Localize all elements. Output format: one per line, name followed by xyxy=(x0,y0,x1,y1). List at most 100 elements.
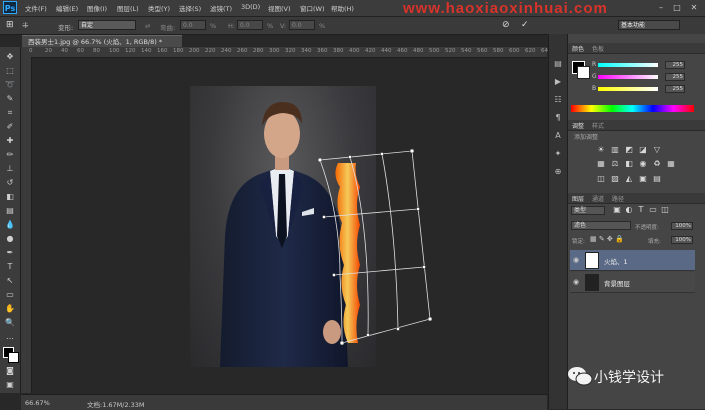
menu-file[interactable]: 文件(F) xyxy=(25,3,47,13)
healing-tool-icon[interactable]: ✚ xyxy=(4,135,16,147)
posterize-icon[interactable]: ▨ xyxy=(610,174,620,184)
properties-icon[interactable]: ☷ xyxy=(552,94,564,106)
channel-mixer-icon[interactable]: ♻ xyxy=(652,159,662,169)
layer-name-flame[interactable]: 火焰、1 xyxy=(604,256,628,266)
character-icon[interactable]: A xyxy=(552,130,564,142)
close-icon[interactable]: ✕ xyxy=(688,2,700,13)
color-spectrum-bar[interactable] xyxy=(571,105,694,112)
invert-icon[interactable]: ◫ xyxy=(596,174,606,184)
bend-input[interactable]: 0.0 xyxy=(180,20,206,30)
brush-tool-icon[interactable]: ✏ xyxy=(4,149,16,161)
quick-mask-icon[interactable]: ◙ xyxy=(4,365,16,377)
history-brush-tool-icon[interactable]: ↺ xyxy=(4,177,16,189)
menu-view[interactable]: 视图(V) xyxy=(268,3,291,13)
channel-b-value[interactable]: 255 xyxy=(665,85,685,93)
tab-styles[interactable]: 样式 xyxy=(592,121,604,130)
color-balance-icon[interactable]: ⚖ xyxy=(610,159,620,169)
channel-g-slider[interactable] xyxy=(598,75,658,79)
levels-icon[interactable]: ▥ xyxy=(610,145,620,155)
commit-transform-icon[interactable]: ✓ xyxy=(521,20,529,30)
zoom-tool-icon[interactable]: 🔍 xyxy=(4,317,16,329)
lasso-tool-icon[interactable]: ➰ xyxy=(4,79,16,91)
blur-tool-icon[interactable]: 💧 xyxy=(4,219,16,231)
hand-tool-icon[interactable]: ✋ xyxy=(4,303,16,315)
blend-mode-select[interactable]: 滤色 xyxy=(571,221,631,230)
tab-adjustments[interactable]: 调整 xyxy=(572,121,584,130)
menu-filter[interactable]: 滤镜(T) xyxy=(210,3,232,13)
selective-color-icon[interactable]: ▣ xyxy=(638,174,648,184)
minimize-icon[interactable]: – xyxy=(655,2,667,13)
transform-select[interactable]: 自定 xyxy=(78,20,136,30)
brush-presets-icon[interactable]: ✦ xyxy=(552,148,564,160)
eye-icon[interactable]: ◉ xyxy=(573,278,581,286)
menu-window[interactable]: 窗口(W) xyxy=(300,3,325,13)
quick-select-tool-icon[interactable]: ✎ xyxy=(4,93,16,105)
menu-type[interactable]: 类型(Y) xyxy=(148,3,170,13)
eyedropper-tool-icon[interactable]: ✐ xyxy=(4,121,16,133)
h-input[interactable]: 0.0 xyxy=(237,20,263,30)
type-tool-icon[interactable]: T xyxy=(4,261,16,273)
filter-smart-icon[interactable]: ◫ xyxy=(660,205,670,215)
zoom-level[interactable]: 66.67% xyxy=(25,399,50,407)
filter-adjust-icon[interactable]: ◐ xyxy=(624,205,634,215)
background-color-swatch[interactable] xyxy=(8,352,19,363)
eraser-tool-icon[interactable]: ◧ xyxy=(4,191,16,203)
menu-layer[interactable]: 图层(L) xyxy=(117,3,139,13)
background-color-chip[interactable] xyxy=(577,66,590,79)
exposure-icon[interactable]: ◪ xyxy=(638,145,648,155)
pen-tool-icon[interactable]: ✒ xyxy=(4,247,16,259)
fill-input[interactable]: 100% xyxy=(671,236,693,244)
shape-tool-icon[interactable]: ▭ xyxy=(4,289,16,301)
menu-3d[interactable]: 3D(D) xyxy=(241,3,260,11)
tab-paths[interactable]: 路径 xyxy=(612,194,624,203)
history-icon[interactable]: ▤ xyxy=(552,58,564,70)
move-tool-icon[interactable]: ✥ xyxy=(4,51,16,63)
channel-g-value[interactable]: 255 xyxy=(665,73,685,81)
lock-icons[interactable]: ▦ ✎ ✥ 🔒 xyxy=(590,235,624,243)
maximize-icon[interactable]: □ xyxy=(671,2,683,13)
tab-layers[interactable]: 图层 xyxy=(572,194,584,203)
gradient-tool-icon[interactable]: ▤ xyxy=(4,205,16,217)
orientation-icon[interactable]: ⇄ xyxy=(145,22,150,30)
workspace-select[interactable]: 基本功能 xyxy=(618,20,680,30)
channel-r-slider[interactable] xyxy=(598,63,658,67)
eye-icon[interactable]: ◉ xyxy=(573,256,581,264)
crop-tool-icon[interactable]: ⌗ xyxy=(4,107,16,119)
dodge-tool-icon[interactable]: ● xyxy=(4,233,16,245)
filter-pixel-icon[interactable]: ▣ xyxy=(612,205,622,215)
menu-select[interactable]: 选择(S) xyxy=(179,3,201,13)
clone-stamp-tool-icon[interactable]: ⊥ xyxy=(4,163,16,175)
layer-row-flame[interactable]: ◉ 火焰、1 xyxy=(570,250,695,271)
cancel-transform-icon[interactable]: ⊘ xyxy=(502,20,510,30)
menu-help[interactable]: 帮助(H) xyxy=(331,3,354,13)
filter-type-icon[interactable]: T xyxy=(636,205,646,215)
document-tab[interactable]: 西装男士1.jpg @ 66.7% (火焰、1, RGB/8) * xyxy=(22,35,182,47)
warp-tool-icon[interactable]: ⊞ xyxy=(6,20,14,30)
warp-mesh[interactable] xyxy=(310,145,450,355)
menu-edit[interactable]: 编辑(E) xyxy=(56,3,78,13)
path-select-tool-icon[interactable]: ↖ xyxy=(4,275,16,287)
actions-icon[interactable]: ▶ xyxy=(552,76,564,88)
screen-mode-icon[interactable]: ▣ xyxy=(4,379,16,391)
v-input[interactable]: 0.0 xyxy=(289,20,315,30)
hue-saturation-icon[interactable]: ▦ xyxy=(596,159,606,169)
filter-shape-icon[interactable]: ▭ xyxy=(648,205,658,215)
channel-r-value[interactable]: 255 xyxy=(665,61,685,69)
black-white-icon[interactable]: ◧ xyxy=(624,159,634,169)
brightness-icon[interactable]: ☀ xyxy=(596,145,606,155)
tab-swatches[interactable]: 色板 xyxy=(592,44,604,53)
tab-channels[interactable]: 通道 xyxy=(592,194,604,203)
layer-filter-select[interactable]: 类型 xyxy=(571,206,605,215)
gradient-map-icon[interactable]: ▤ xyxy=(652,174,662,184)
photo-filter-icon[interactable]: ◉ xyxy=(638,159,648,169)
menu-image[interactable]: 图像(I) xyxy=(87,3,107,13)
threshold-icon[interactable]: ◭ xyxy=(624,174,634,184)
more-tools-icon[interactable]: … xyxy=(4,331,16,343)
tab-color[interactable]: 颜色 xyxy=(572,44,584,53)
layer-row-background[interactable]: ◉ 背景图层 xyxy=(570,272,695,293)
vibrance-icon[interactable]: ▽ xyxy=(652,145,662,155)
reference-point-icon[interactable]: ⁜ xyxy=(22,21,29,30)
channel-b-slider[interactable] xyxy=(598,87,658,91)
color-lookup-icon[interactable]: ▦ xyxy=(666,159,676,169)
paragraph-icon[interactable]: ¶ xyxy=(552,112,564,124)
